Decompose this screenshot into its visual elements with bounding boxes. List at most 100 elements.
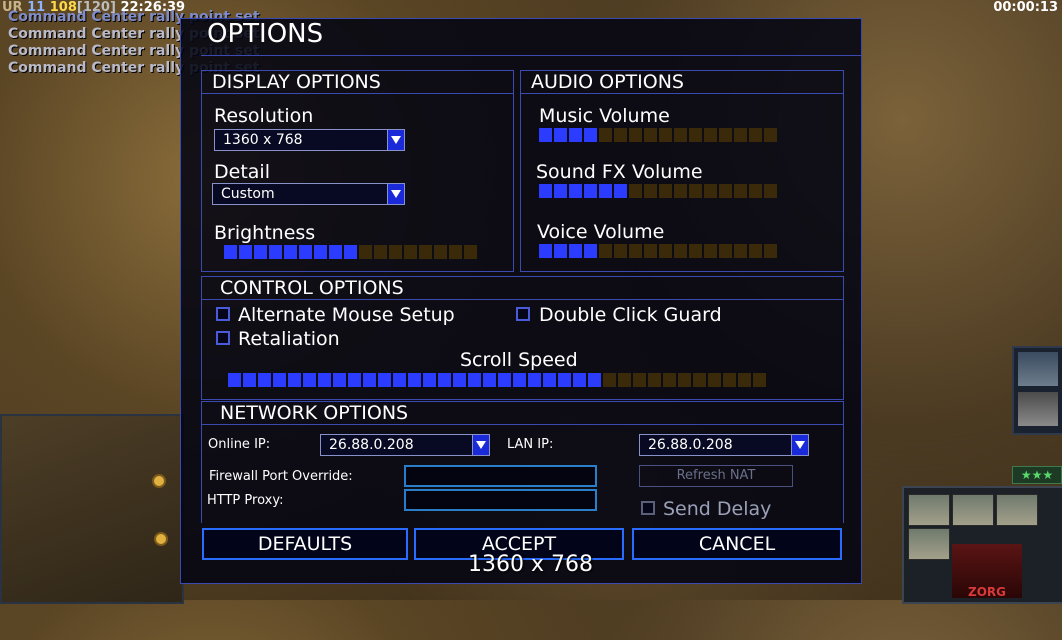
slider-segment[interactable] <box>689 244 702 258</box>
online-ip-select[interactable]: 26.88.0.208 <box>320 434 490 456</box>
slider-segment[interactable] <box>749 184 762 198</box>
slider-segment[interactable] <box>408 373 421 387</box>
slider-segment[interactable] <box>644 244 657 258</box>
slider-segment[interactable] <box>423 373 436 387</box>
slider-segment[interactable] <box>764 244 777 258</box>
slider-segment[interactable] <box>393 373 406 387</box>
slider-segment[interactable] <box>633 373 646 387</box>
slider-segment[interactable] <box>303 373 316 387</box>
slider-segment[interactable] <box>659 128 672 142</box>
slider-segment[interactable] <box>764 128 777 142</box>
slider-segment[interactable] <box>348 373 361 387</box>
slider-segment[interactable] <box>614 244 627 258</box>
slider-segment[interactable] <box>584 184 597 198</box>
build-panel[interactable]: ZORG <box>902 486 1062 604</box>
slider-segment[interactable] <box>629 184 642 198</box>
slider-segment[interactable] <box>449 245 462 259</box>
slider-segment[interactable] <box>468 373 481 387</box>
slider-segment[interactable] <box>539 128 552 142</box>
slider-segment[interactable] <box>708 373 721 387</box>
slider-segment[interactable] <box>318 373 331 387</box>
unit-portrait-panel[interactable] <box>1012 346 1062 435</box>
chevron-down-icon[interactable] <box>472 435 489 455</box>
slider-segment[interactable] <box>528 373 541 387</box>
chevron-down-icon[interactable] <box>791 435 808 455</box>
slider-segment[interactable] <box>554 184 567 198</box>
chevron-down-icon[interactable] <box>387 130 404 150</box>
slider-segment[interactable] <box>543 373 556 387</box>
slider-segment[interactable] <box>539 184 552 198</box>
slider-segment[interactable] <box>363 373 376 387</box>
slider-segment[interactable] <box>329 245 342 259</box>
slider-segment[interactable] <box>734 184 747 198</box>
slider-segment[interactable] <box>689 128 702 142</box>
slider-segment[interactable] <box>584 244 597 258</box>
slider-segment[interactable] <box>659 244 672 258</box>
send-delay-label[interactable]: Send Delay <box>663 498 771 520</box>
slider-segment[interactable] <box>719 128 732 142</box>
slider-segment[interactable] <box>723 373 736 387</box>
tank-icon[interactable] <box>952 494 994 526</box>
slider-segment[interactable] <box>674 184 687 198</box>
slider-segment[interactable] <box>674 244 687 258</box>
cancel-button[interactable]: CANCEL <box>632 528 842 560</box>
slider-segment[interactable] <box>704 128 717 142</box>
slider-segment[interactable] <box>659 184 672 198</box>
slider-segment[interactable] <box>464 245 477 259</box>
slider-segment[interactable] <box>239 245 252 259</box>
slider-segment[interactable] <box>704 244 717 258</box>
refresh-nat-button[interactable]: Refresh NAT <box>639 465 793 487</box>
slider-segment[interactable] <box>404 245 417 259</box>
double-click-guard-checkbox[interactable] <box>516 307 530 321</box>
double-click-guard-label[interactable]: Double Click Guard <box>539 304 722 326</box>
brightness-slider[interactable] <box>224 245 477 259</box>
music-volume-slider[interactable] <box>539 128 777 142</box>
slider-segment[interactable] <box>749 128 762 142</box>
slider-segment[interactable] <box>374 245 387 259</box>
slider-segment[interactable] <box>753 373 766 387</box>
slider-segment[interactable] <box>419 245 432 259</box>
slider-segment[interactable] <box>689 184 702 198</box>
defaults-button[interactable]: DEFAULTS <box>202 528 408 560</box>
slider-segment[interactable] <box>389 245 402 259</box>
slider-segment[interactable] <box>569 184 582 198</box>
slider-segment[interactable] <box>378 373 391 387</box>
slider-segment[interactable] <box>243 373 256 387</box>
slider-segment[interactable] <box>314 245 327 259</box>
tank-icon[interactable] <box>908 528 950 560</box>
slider-segment[interactable] <box>299 245 312 259</box>
slider-segment[interactable] <box>663 373 676 387</box>
tank-icon[interactable] <box>996 494 1038 526</box>
slider-segment[interactable] <box>288 373 301 387</box>
slider-segment[interactable] <box>269 245 282 259</box>
slider-segment[interactable] <box>453 373 466 387</box>
scroll-speed-slider[interactable] <box>228 373 766 387</box>
slider-segment[interactable] <box>273 373 286 387</box>
slider-segment[interactable] <box>359 245 372 259</box>
slider-segment[interactable] <box>588 373 601 387</box>
satellite-icon[interactable] <box>1018 352 1058 386</box>
resolution-select[interactable]: 1360 x 768 <box>214 129 405 151</box>
slider-segment[interactable] <box>539 244 552 258</box>
slider-segment[interactable] <box>614 128 627 142</box>
slider-segment[interactable] <box>599 244 612 258</box>
slider-segment[interactable] <box>599 184 612 198</box>
chevron-down-icon[interactable] <box>387 184 404 204</box>
retaliation-checkbox[interactable] <box>216 331 230 345</box>
alternate-mouse-checkbox[interactable] <box>216 307 230 321</box>
slider-segment[interactable] <box>284 245 297 259</box>
sound-fx-volume-slider[interactable] <box>539 184 777 198</box>
slider-segment[interactable] <box>693 373 706 387</box>
slider-segment[interactable] <box>603 373 616 387</box>
slider-segment[interactable] <box>258 373 271 387</box>
slider-segment[interactable] <box>734 244 747 258</box>
slider-segment[interactable] <box>734 128 747 142</box>
slider-segment[interactable] <box>554 244 567 258</box>
slider-segment[interactable] <box>644 184 657 198</box>
slider-segment[interactable] <box>764 184 777 198</box>
send-delay-checkbox[interactable] <box>641 501 655 515</box>
alternate-mouse-label[interactable]: Alternate Mouse Setup <box>238 304 455 326</box>
slider-segment[interactable] <box>333 373 346 387</box>
slider-segment[interactable] <box>558 373 571 387</box>
slider-segment[interactable] <box>704 184 717 198</box>
